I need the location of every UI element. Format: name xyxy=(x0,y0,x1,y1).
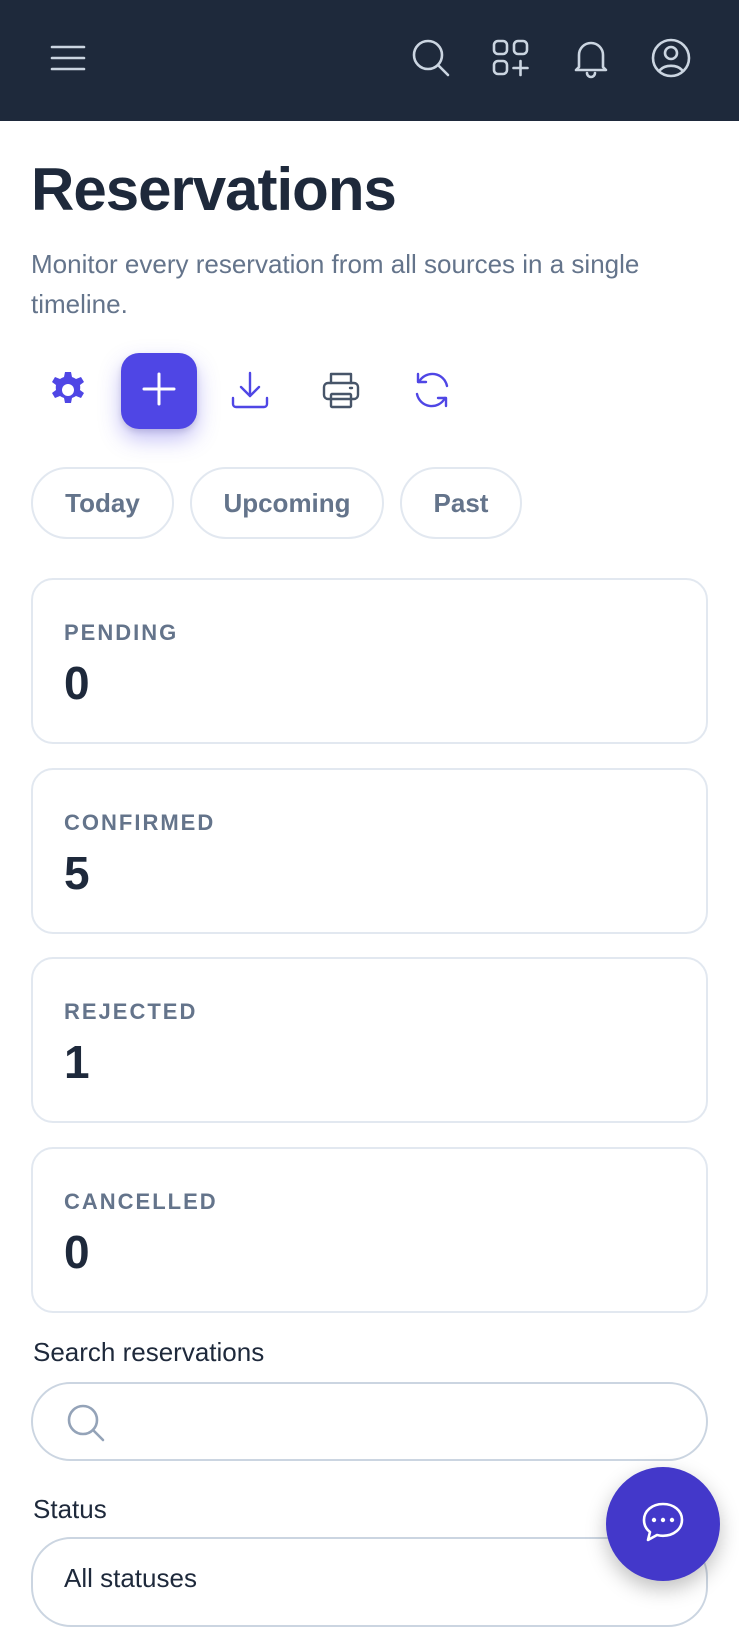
stat-card-pending: PENDING 0 xyxy=(31,578,708,744)
search-label: Search reservations xyxy=(33,1337,265,1367)
user-circle-icon xyxy=(650,37,692,84)
printer-icon xyxy=(320,369,362,416)
download-button[interactable] xyxy=(213,355,287,429)
page-description: Monitor every reservation from all sourc… xyxy=(31,249,640,319)
menu-icon xyxy=(48,43,88,78)
print-button[interactable] xyxy=(304,355,378,429)
stat-card-confirmed: CONFIRMED 5 xyxy=(31,768,708,934)
apps-add-icon xyxy=(491,38,531,83)
filter-today-chip[interactable]: Today xyxy=(31,467,174,539)
stat-label: REJECTED xyxy=(64,999,198,1024)
download-icon xyxy=(229,369,271,416)
stat-card-cancelled: CANCELLED 0 xyxy=(31,1147,708,1313)
gear-icon xyxy=(47,369,89,416)
add-reservation-button[interactable] xyxy=(121,353,197,429)
search-icon xyxy=(65,1402,107,1449)
stat-label: CANCELLED xyxy=(64,1189,218,1214)
chat-bubble-icon xyxy=(640,1500,686,1549)
status-label: Status xyxy=(33,1494,107,1524)
status-selected-value: All statuses xyxy=(64,1563,197,1593)
search-icon xyxy=(410,37,452,84)
notifications-button[interactable] xyxy=(565,34,617,86)
stat-value: 1 xyxy=(64,1036,90,1088)
status-select[interactable]: All statuses xyxy=(31,1537,708,1627)
stat-card-rejected: REJECTED 1 xyxy=(31,957,708,1123)
filter-upcoming-chip[interactable]: Upcoming xyxy=(190,467,384,539)
stat-value: 0 xyxy=(64,657,90,709)
top-nav-bar xyxy=(0,0,739,121)
search-field xyxy=(31,1382,708,1461)
search-button[interactable] xyxy=(405,34,457,86)
apps-button[interactable] xyxy=(485,34,537,86)
refresh-button[interactable] xyxy=(395,355,469,429)
plus-icon xyxy=(141,371,177,412)
refresh-icon xyxy=(411,369,453,416)
search-input[interactable] xyxy=(121,1394,681,1450)
menu-button[interactable] xyxy=(42,34,94,86)
stat-value: 0 xyxy=(64,1226,90,1278)
stat-label: CONFIRMED xyxy=(64,810,216,835)
chat-button[interactable] xyxy=(606,1467,720,1581)
profile-button[interactable] xyxy=(645,34,697,86)
filter-past-chip[interactable]: Past xyxy=(400,467,522,539)
page-title: Reservations xyxy=(31,156,397,223)
stat-value: 5 xyxy=(64,847,90,899)
stat-label: PENDING xyxy=(64,620,179,645)
bell-icon xyxy=(571,37,611,84)
settings-button[interactable] xyxy=(31,355,105,429)
